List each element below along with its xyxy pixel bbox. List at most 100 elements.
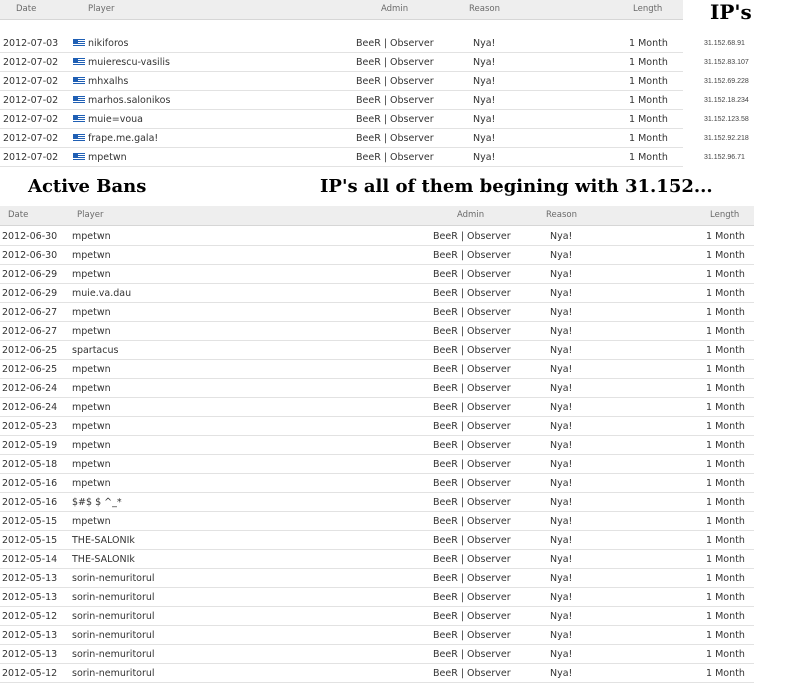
ip-address: 31.152.18.234 [704,97,749,104]
cell-player[interactable]: sorin-nemuritorul [72,573,155,584]
table-row: 2012-06-27 mpetwn BeeR | Observer Nya! 1 Mon… [0,303,754,322]
cell-player[interactable]: mpetwn [72,459,111,470]
cell-player[interactable]: muie.va.dau [72,288,131,299]
player-name: muierescu-vasilis [88,57,170,68]
cell-reason: Nya! [550,421,573,432]
cell-length: 1 Month [706,497,745,508]
table-row: 2012-05-13 sorin-nemuritorul BeeR | Observ… [0,569,754,588]
cell-player[interactable]: spartacus [72,345,118,356]
table-row: 2012-07-02 muie=voua BeeR | Observer Nya! 1 … [0,110,683,129]
cell-player[interactable]: mpetwn [73,152,127,163]
cell-reason: Nya! [550,402,573,413]
cell-length: 1 Month [706,250,745,261]
cell-player[interactable]: THE-SALONIk [72,554,135,565]
header-player: Player [77,210,104,220]
cell-date: 2012-05-13 [2,592,58,603]
table-row: 2012-06-27 mpetwn BeeR | Observer Nya! 1 Mon… [0,322,754,341]
cell-player[interactable]: mpetwn [72,402,111,413]
cell-date: 2012-05-19 [2,440,58,451]
cell-reason: Nya! [550,497,573,508]
cell-player[interactable]: mpetwn [72,307,111,318]
cell-player[interactable]: muierescu-vasilis [73,57,170,68]
cell-player[interactable]: mpetwn [72,516,111,527]
cell-length: 1 Month [706,421,745,432]
cell-reason: Nya! [550,326,573,337]
ip-address: 31.152.123.58 [704,116,749,123]
greece-flag-icon [73,39,85,47]
greece-flag-icon [73,58,85,66]
cell-length: 1 Month [706,231,745,242]
cell-player[interactable]: sorin-nemuritorul [72,630,155,641]
cell-length: 1 Month [706,592,745,603]
cell-admin: BeeR | Observer [433,402,511,413]
table-row: 2012-05-16 $#$ $ ^_* BeeR | Observer Nya! 1 … [0,493,754,512]
cell-player[interactable]: sorin-nemuritorul [72,592,155,603]
greece-flag-icon [73,134,85,142]
cell-player[interactable]: THE-SALONIk [72,535,135,546]
header-player: Player [88,4,115,14]
cell-player[interactable]: muie=voua [73,114,143,125]
cell-player[interactable]: mpetwn [72,421,111,432]
table-row: 2012-05-18 mpetwn BeeR | Observer Nya! 1 Mon… [0,455,754,474]
cell-date: 2012-07-02 [3,152,59,163]
cell-admin: BeeR | Observer [433,611,511,622]
cell-player[interactable]: mhxalhs [73,76,128,87]
table-row: 2012-06-29 mpetwn BeeR | Observer Nya! 1 Mon… [0,265,754,284]
table-row: 2012-05-13 sorin-nemuritorul BeeR | Observ… [0,645,754,664]
table-row: 2012-07-02 mhxalhs BeeR | Observer Nya! 1 Mo… [0,72,683,91]
cell-length: 1 Month [706,478,745,489]
cell-date: 2012-05-13 [2,630,58,641]
cell-admin: BeeR | Observer [356,76,434,87]
cell-length: 1 Month [706,364,745,375]
cell-date: 2012-05-14 [2,554,58,565]
cell-player[interactable]: sorin-nemuritorul [72,668,155,679]
cell-player[interactable]: mpetwn [72,269,111,280]
cell-player[interactable]: $#$ $ ^_* [72,497,122,508]
cell-date: 2012-07-02 [3,114,59,125]
cell-date: 2012-05-15 [2,535,58,546]
ip-address: 31.152.68.91 [704,40,745,47]
cell-admin: BeeR | Observer [433,535,511,546]
cell-date: 2012-06-29 [2,269,58,280]
cell-reason: Nya! [550,364,573,375]
cell-date: 2012-05-18 [2,459,58,470]
cell-length: 1 Month [629,114,668,125]
cell-length: 1 Month [629,38,668,49]
cell-player[interactable]: sorin-nemuritorul [72,649,155,660]
cell-length: 1 Month [706,611,745,622]
cell-player[interactable]: mpetwn [72,326,111,337]
table-row: 2012-05-12 sorin-nemuritorul BeeR | Observ… [0,664,754,683]
table-row: 2012-06-30 mpetwn BeeR | Observer Nya! 1 Mon… [0,227,754,246]
cell-length: 1 Month [706,535,745,546]
greece-flag-icon [73,153,85,161]
header-admin: Admin [457,210,485,220]
cell-player[interactable]: mpetwn [72,440,111,451]
cell-player[interactable]: mpetwn [72,250,111,261]
cell-player[interactable]: nikiforos [73,38,128,49]
cell-date: 2012-06-29 [2,288,58,299]
cell-reason: Nya! [473,38,496,49]
cell-length: 1 Month [706,345,745,356]
ip-address: 31.152.69.228 [704,78,749,85]
cell-player[interactable]: marhos.salonikos [73,95,170,106]
cell-player[interactable]: sorin-nemuritorul [72,611,155,622]
top-table-header: Date Player Admin Reason Length [0,0,683,20]
header-date: Date [8,210,29,220]
cell-player[interactable]: mpetwn [72,231,111,242]
cell-date: 2012-05-13 [2,649,58,660]
cell-admin: BeeR | Observer [433,383,511,394]
greece-flag-icon [73,96,85,104]
cell-admin: BeeR | Observer [356,38,434,49]
cell-player[interactable]: mpetwn [72,478,111,489]
cell-player[interactable]: mpetwn [72,383,111,394]
cell-admin: BeeR | Observer [433,288,511,299]
table-row: 2012-05-13 sorin-nemuritorul BeeR | Observ… [0,588,754,607]
cell-admin: BeeR | Observer [433,592,511,603]
table-row: 2012-06-24 mpetwn BeeR | Observer Nya! 1 Mon… [0,379,754,398]
cell-reason: Nya! [550,459,573,470]
cell-length: 1 Month [706,440,745,451]
cell-reason: Nya! [473,152,496,163]
cell-player[interactable]: frape.me.gala! [73,133,158,144]
cell-player[interactable]: mpetwn [72,364,111,375]
bottom-table-header: Date Player Admin Reason Length [0,206,754,226]
